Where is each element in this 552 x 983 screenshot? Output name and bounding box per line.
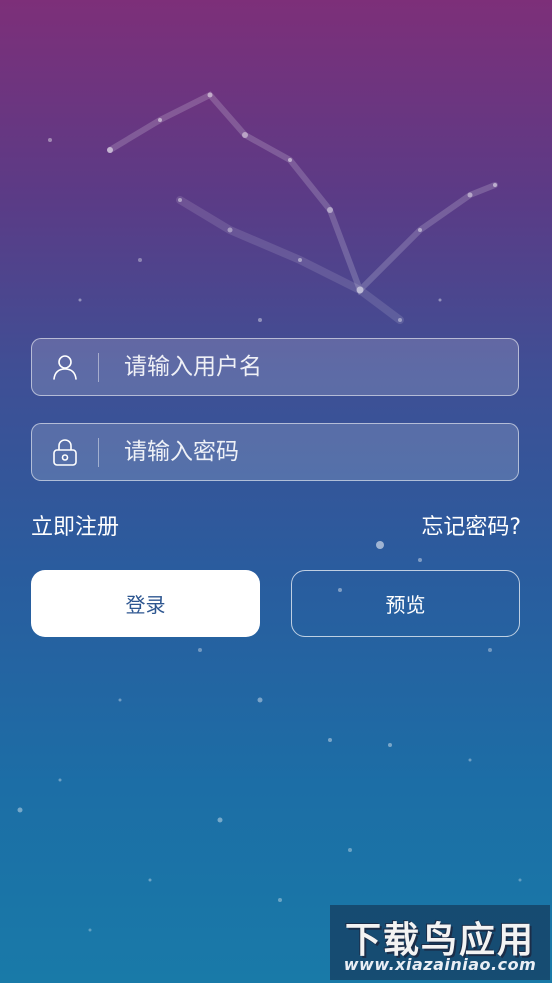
user-icon xyxy=(53,355,77,380)
username-field-divider xyxy=(98,353,99,382)
password-field[interactable] xyxy=(31,423,519,481)
password-field-divider xyxy=(98,438,99,467)
preview-button[interactable]: 预览 xyxy=(291,570,520,637)
lock-icon xyxy=(53,439,77,466)
forgot-password-link[interactable]: 忘记密码? xyxy=(421,509,521,541)
login-button[interactable]: 登录 xyxy=(31,570,260,637)
watermark: 下载鸟应用 www.xiazainiao.com xyxy=(330,905,550,980)
username-field[interactable] xyxy=(31,338,519,396)
password-input[interactable] xyxy=(124,433,504,471)
city-lights-map-background xyxy=(17,91,522,932)
register-link[interactable]: 立即注册 xyxy=(31,509,119,541)
watermark-url: www.xiazainiao.com xyxy=(343,955,537,974)
username-input[interactable] xyxy=(124,348,504,386)
